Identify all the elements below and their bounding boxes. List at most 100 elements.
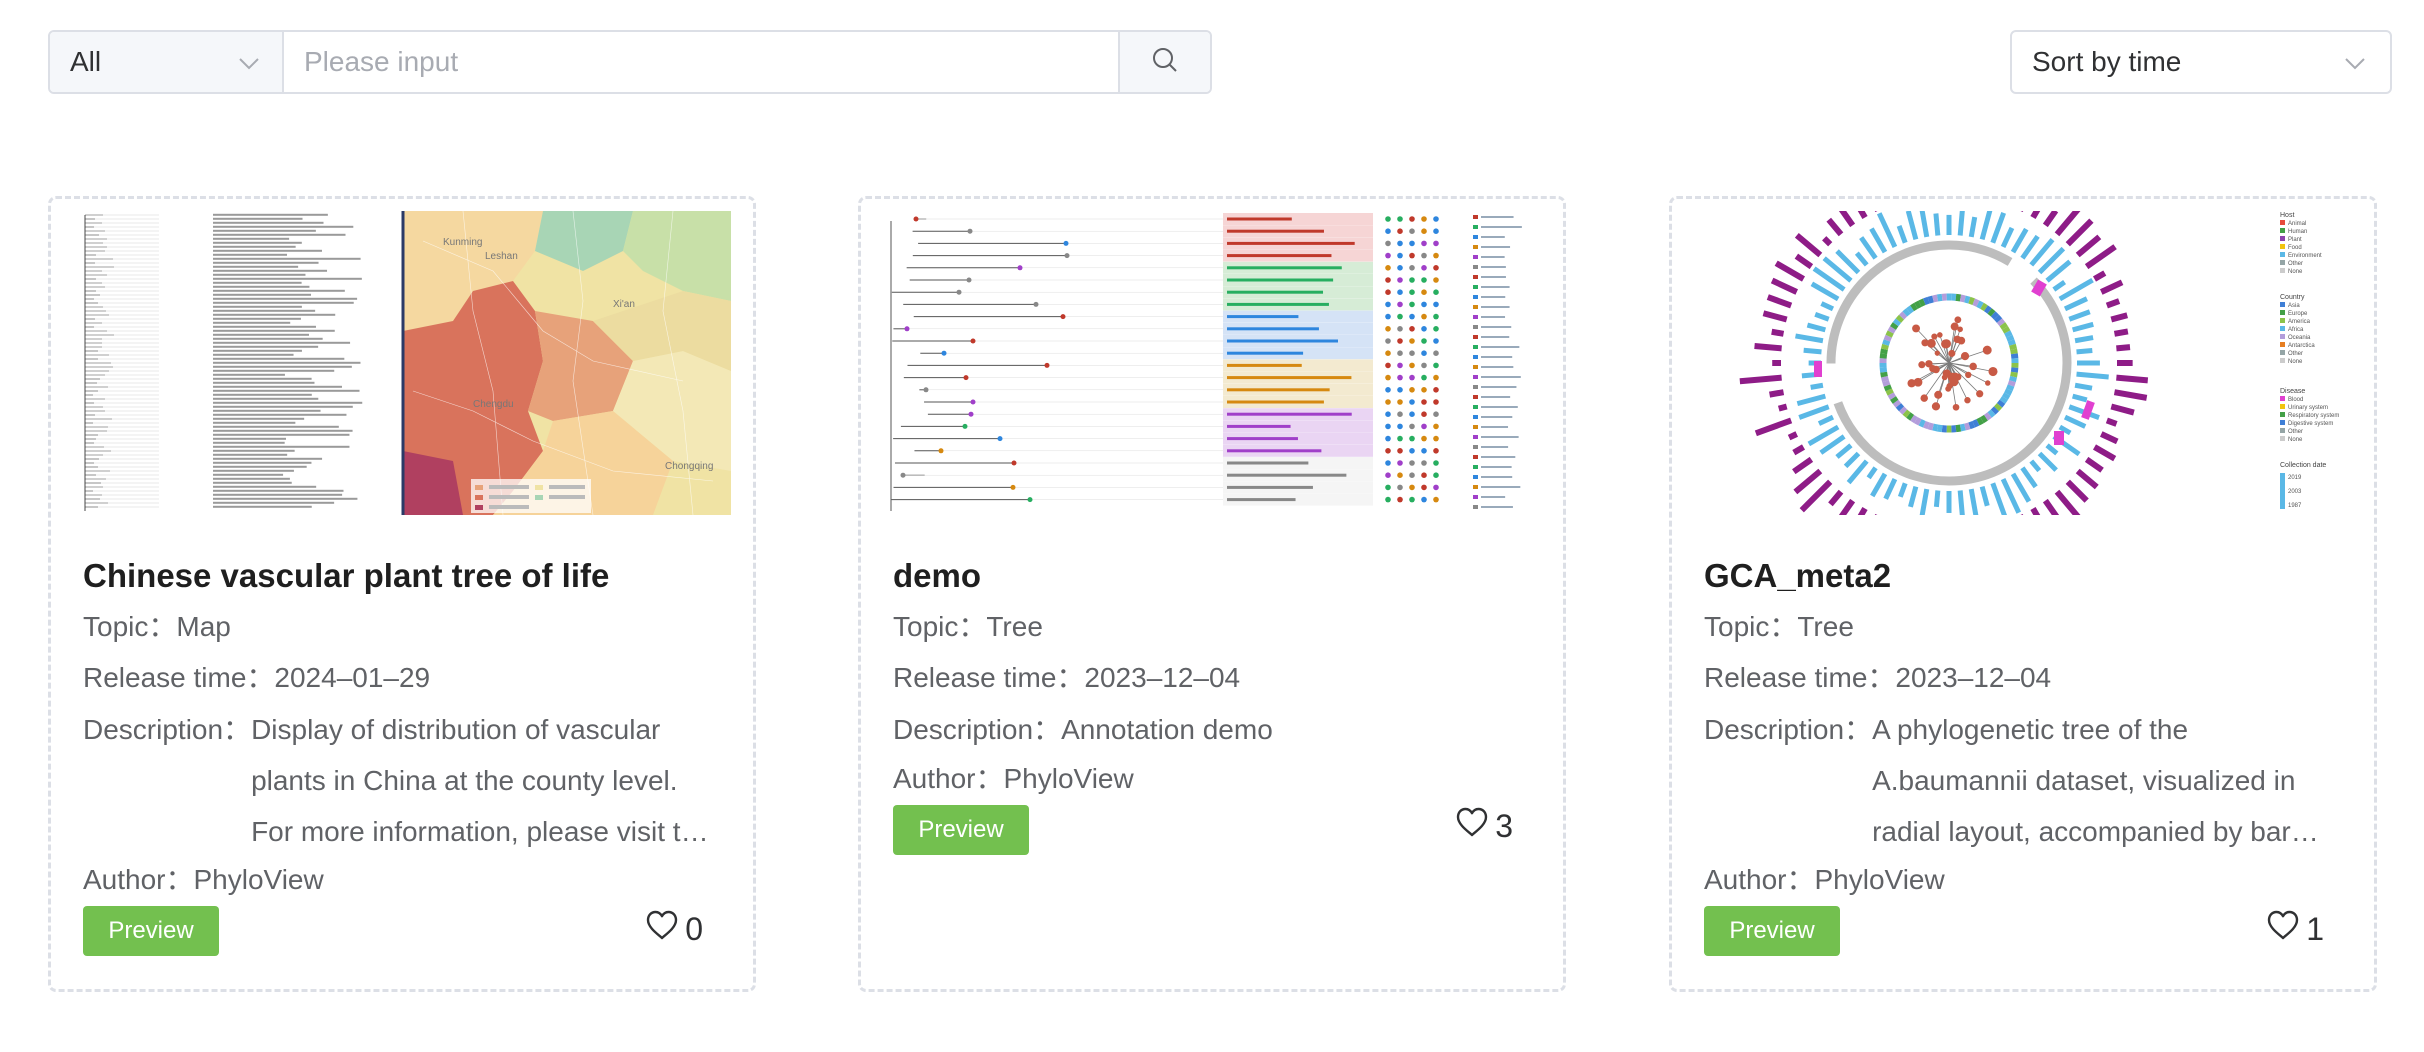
- annotation-symbol: [1397, 496, 1403, 503]
- taxon-label: [213, 221, 324, 224]
- taxon-label: [213, 329, 335, 332]
- annotation-symbol: [1397, 313, 1403, 320]
- annotation-symbol: [1385, 448, 1391, 454]
- legend-text: [1481, 276, 1506, 278]
- project-thumbnail[interactable]: Host Country Disease Collection date Ani…: [1694, 211, 2352, 515]
- annotation-symbol: [1385, 313, 1391, 320]
- ring-segment: [1910, 414, 1918, 424]
- ring-segment: [1880, 371, 1888, 378]
- annotation-symbol: [1385, 240, 1391, 247]
- legend-item: Antarctica: [2288, 343, 2315, 349]
- legend-swatch: [2280, 252, 2285, 257]
- annotation-symbol: [1385, 277, 1391, 283]
- taxon-label: [213, 349, 302, 352]
- taxon-label: [213, 493, 343, 496]
- like-button[interactable]: 1: [2266, 909, 2324, 949]
- annotation-symbol: [1409, 350, 1415, 356]
- tip-label: [1227, 241, 1355, 245]
- legend-swatch: [1473, 425, 1478, 429]
- search-button[interactable]: [1118, 32, 1210, 92]
- legend-swatch: [1473, 265, 1478, 269]
- ring-segment: [2001, 392, 2011, 400]
- annotation-symbol: [1433, 423, 1439, 430]
- tip-dot: [1952, 403, 1960, 411]
- taxon-label: [213, 381, 315, 384]
- preview-button[interactable]: Preview: [83, 906, 219, 956]
- annotation-symbol: [1409, 277, 1415, 283]
- search-input[interactable]: [284, 32, 1118, 92]
- ring-segment: [1955, 293, 1962, 302]
- ring-segment: [2007, 380, 2016, 387]
- annotation-symbol: [1397, 338, 1403, 344]
- like-button[interactable]: 3: [1455, 806, 1513, 846]
- legend-swatch: [1473, 415, 1478, 419]
- taxon-label: [213, 257, 361, 260]
- legend-swatch: [1473, 465, 1478, 469]
- preview-button[interactable]: Preview: [893, 805, 1029, 855]
- legend-title: Disease: [2280, 388, 2305, 395]
- tip-dot: [1965, 371, 1972, 379]
- ring-segment: [1922, 296, 1930, 306]
- ring-segment: [1885, 330, 1894, 338]
- ring-segment: [2001, 326, 2011, 334]
- bar-mark: [1777, 403, 1788, 412]
- legend-text: [1481, 376, 1521, 378]
- project-thumbnail[interactable]: Chengdu Leshan Xi'an Chongqing Kunming: [73, 211, 731, 515]
- tip-label: [1227, 351, 1304, 355]
- legend-swatch: [2280, 358, 2285, 363]
- legend-swatch: [1473, 315, 1478, 319]
- annotation-symbol: [1385, 496, 1391, 503]
- ring-segment: [1968, 296, 1976, 306]
- legend-swatch: [1473, 345, 1478, 349]
- ring-segment: [1922, 420, 1930, 430]
- taxon-label: [213, 337, 323, 340]
- sort-select[interactable]: Sort by time: [2010, 30, 2392, 94]
- taxon-label: [213, 425, 339, 428]
- annotation-symbol: [1409, 374, 1415, 381]
- annotation-symbol: [1385, 326, 1391, 332]
- tip-dot: [1976, 390, 1984, 398]
- bar-mark: [1933, 213, 1941, 236]
- node-marker: [1060, 314, 1066, 320]
- node-marker: [966, 277, 972, 283]
- annotation-symbol: [1433, 265, 1439, 271]
- tip-dot: [1949, 377, 1959, 387]
- like-button[interactable]: 0: [645, 909, 703, 949]
- ring-segment: [1906, 305, 1915, 314]
- legend-item: Respiratory system: [2288, 413, 2339, 419]
- legend-text: [1481, 296, 1506, 298]
- annotation-symbol: [1409, 313, 1415, 320]
- taxon-label: [213, 473, 284, 476]
- legend-text: [1481, 366, 1514, 368]
- ring-segment: [1996, 318, 2006, 327]
- annotation-symbol: [1397, 387, 1403, 393]
- tip-dot: [1918, 361, 1926, 369]
- project-release-time: Release time：2023–12–04: [1704, 662, 2052, 693]
- tip-label: [1227, 424, 1291, 428]
- project-author: Author：PhyloView: [893, 763, 1134, 794]
- project-thumbnail[interactable]: [883, 211, 1541, 515]
- category-select[interactable]: All: [50, 32, 284, 92]
- map-label: Leshan: [485, 251, 518, 262]
- tip-label: [1227, 266, 1342, 270]
- legend-text: [1481, 446, 1509, 448]
- taxon-label: [213, 249, 322, 252]
- ring-segment: [1918, 419, 1926, 428]
- legend-swatch: [1473, 365, 1478, 369]
- legend-item: None: [2288, 359, 2303, 365]
- ring-segment: [1890, 322, 1899, 330]
- legend-swatch: [1473, 495, 1478, 499]
- legend-text: [1481, 326, 1512, 328]
- preview-button[interactable]: Preview: [1704, 906, 1840, 956]
- ring-segment: [1980, 302, 1988, 312]
- legend-text: [1481, 256, 1505, 258]
- chevron-down-icon: [238, 46, 260, 78]
- description-label: Description：: [1704, 714, 1873, 745]
- annotation-symbol: [1421, 228, 1427, 234]
- legend-text: [1481, 486, 1521, 488]
- ring-segment: [1887, 326, 1897, 334]
- taxon-label: [213, 469, 294, 472]
- project-title: Chinese vascular plant tree of life: [83, 557, 610, 594]
- legend-item: 2003: [2288, 489, 2302, 495]
- taxon-label: [213, 361, 361, 364]
